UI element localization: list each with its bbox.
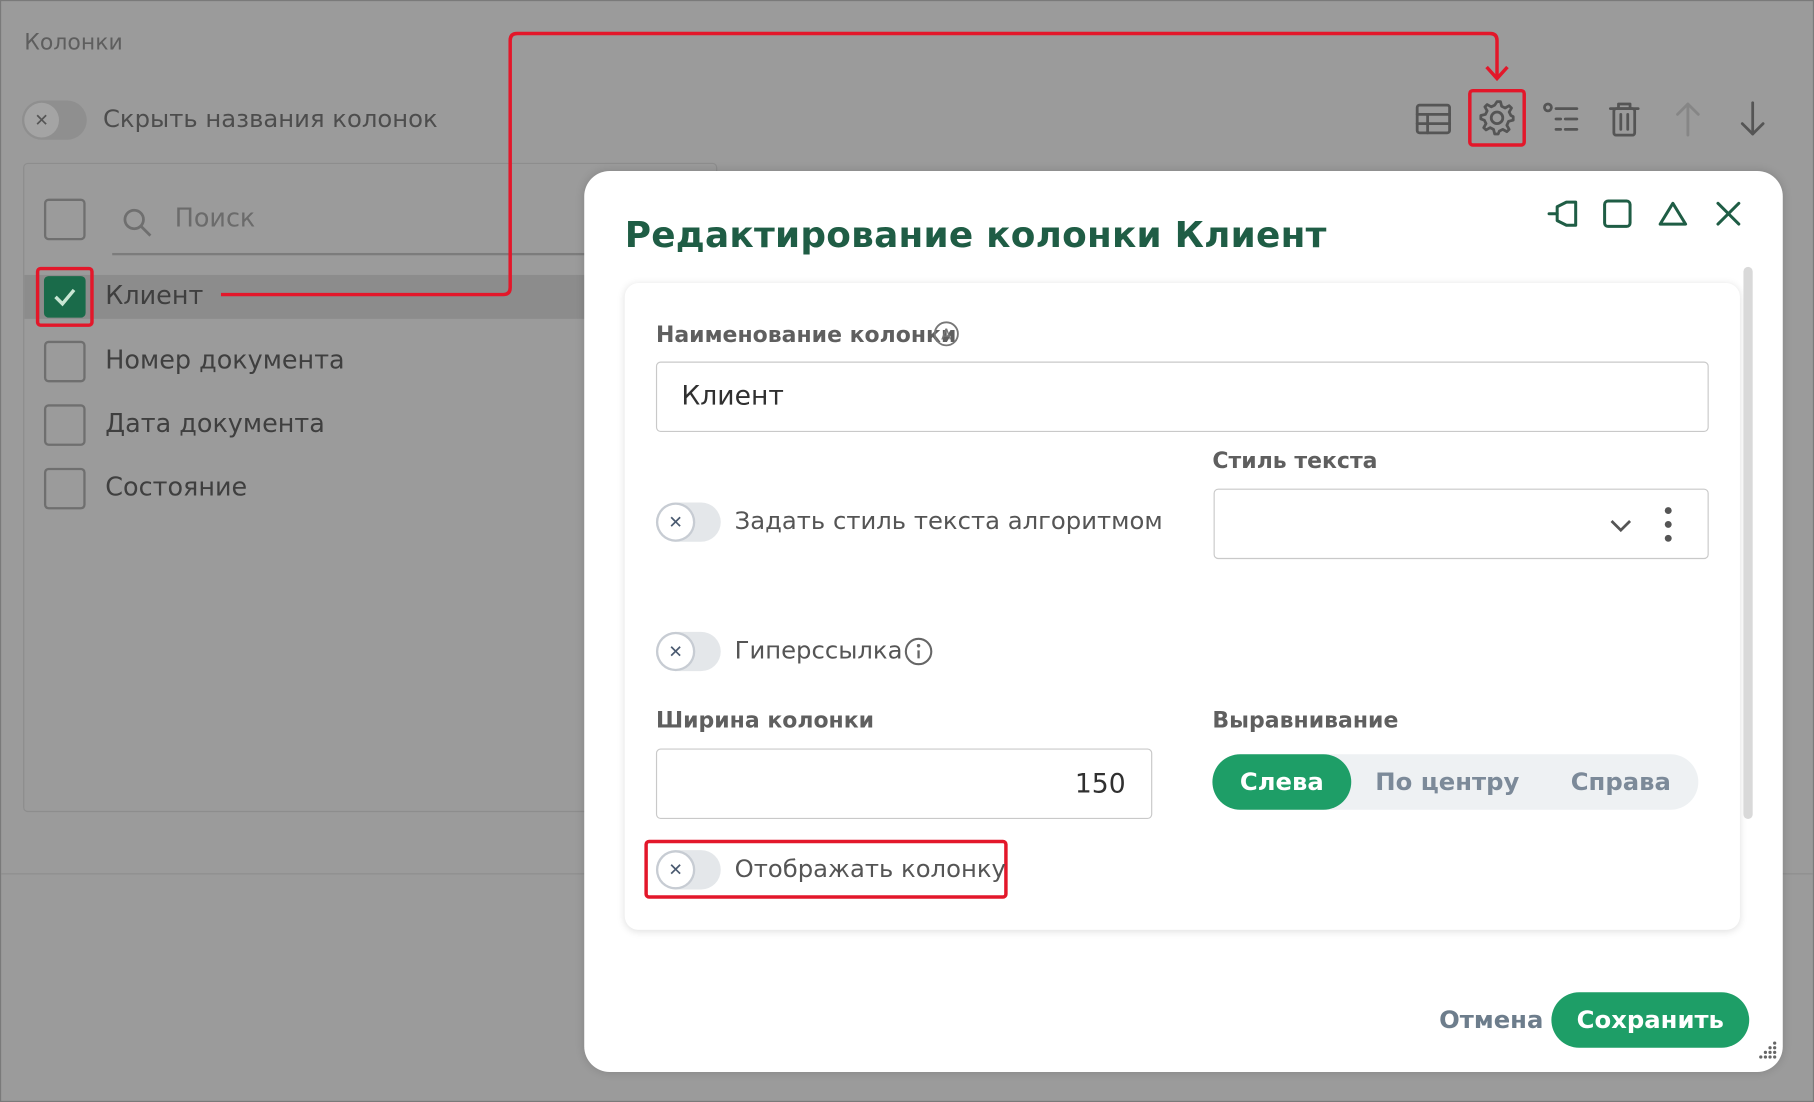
search-underline <box>112 252 599 256</box>
style-algorithm-label: Задать стиль текста алгоритмом <box>734 507 1163 535</box>
hyperlink-label: Гиперссылка <box>734 636 903 665</box>
collapse-icon[interactable] <box>1654 195 1691 232</box>
svg-text:A: A <box>941 326 952 344</box>
column-label[interactable]: Клиент <box>105 282 203 311</box>
show-column-toggle[interactable]: ✕ <box>655 850 721 890</box>
align-right-button[interactable]: Справа <box>1543 754 1698 809</box>
align-left-button[interactable]: Слева <box>1212 754 1352 810</box>
column-checkbox[interactable] <box>43 340 86 383</box>
align-center-button[interactable]: По центру <box>1355 754 1540 809</box>
column-checkbox[interactable] <box>43 467 86 510</box>
resize-handle-icon[interactable] <box>1752 1038 1780 1066</box>
arrow-down-icon[interactable] <box>1730 96 1776 142</box>
alignment-label: Выравнивание <box>1212 708 1399 734</box>
check-icon <box>54 288 76 307</box>
hide-names-toggle[interactable]: ✕ <box>21 100 87 140</box>
column-checkbox-klient[interactable] <box>43 276 86 318</box>
column-label[interactable]: Номер документа <box>105 347 344 376</box>
text-style-label: Стиль текста <box>1212 448 1378 474</box>
search-icon <box>123 208 152 237</box>
gear-icon[interactable] <box>1468 88 1526 147</box>
toggle-off-icon: ✕ <box>658 504 693 540</box>
column-width-label: Ширина колонки <box>655 708 875 734</box>
close-icon[interactable] <box>1710 195 1747 232</box>
column-width-value: 150 <box>1074 769 1126 800</box>
arrow-up-icon[interactable] <box>1665 96 1711 142</box>
select-all-checkbox[interactable] <box>43 198 86 241</box>
column-name-label: Наименование колонки <box>655 322 957 348</box>
dialog-title: Редактирование колонки Клиент <box>624 214 1327 257</box>
column-checkbox[interactable] <box>43 404 86 446</box>
column-name-input[interactable] <box>655 361 1709 433</box>
toggle-off-icon: ✕ <box>658 852 693 888</box>
style-algorithm-toggle[interactable]: ✕ <box>655 502 721 542</box>
panel-title: Колонки <box>24 30 123 56</box>
pin-icon[interactable] <box>1546 195 1583 232</box>
auto-translate-icon: A <box>933 321 959 347</box>
show-column-label: Отображать колонку <box>734 854 1006 883</box>
maximize-icon[interactable] <box>1599 195 1636 232</box>
column-label[interactable]: Состояние <box>105 474 247 503</box>
trash-icon[interactable] <box>1601 96 1647 142</box>
scrollbar[interactable] <box>1743 266 1753 819</box>
table-icon[interactable] <box>1410 96 1456 142</box>
list-settings-icon[interactable] <box>1538 96 1584 142</box>
hide-names-label: Скрыть названия колонок <box>102 105 438 133</box>
hyperlink-toggle[interactable]: ✕ <box>655 631 721 672</box>
info-icon[interactable] <box>904 636 934 666</box>
cancel-button[interactable]: Отмена <box>1436 999 1547 1041</box>
more-vertical-icon[interactable] <box>1656 505 1681 547</box>
screen: Колонки ✕ Скрыть названия колонок Поиск … <box>0 0 1814 1102</box>
save-button[interactable]: Сохранить <box>1551 992 1750 1048</box>
column-name-value: Клиент <box>681 381 784 412</box>
toggle-off-icon: ✕ <box>658 634 693 669</box>
chevron-down-icon[interactable] <box>1607 512 1635 540</box>
toggle-off-icon: ✕ <box>24 102 60 138</box>
column-label[interactable]: Дата документа <box>105 410 325 439</box>
search-input[interactable]: Поиск <box>175 204 256 233</box>
